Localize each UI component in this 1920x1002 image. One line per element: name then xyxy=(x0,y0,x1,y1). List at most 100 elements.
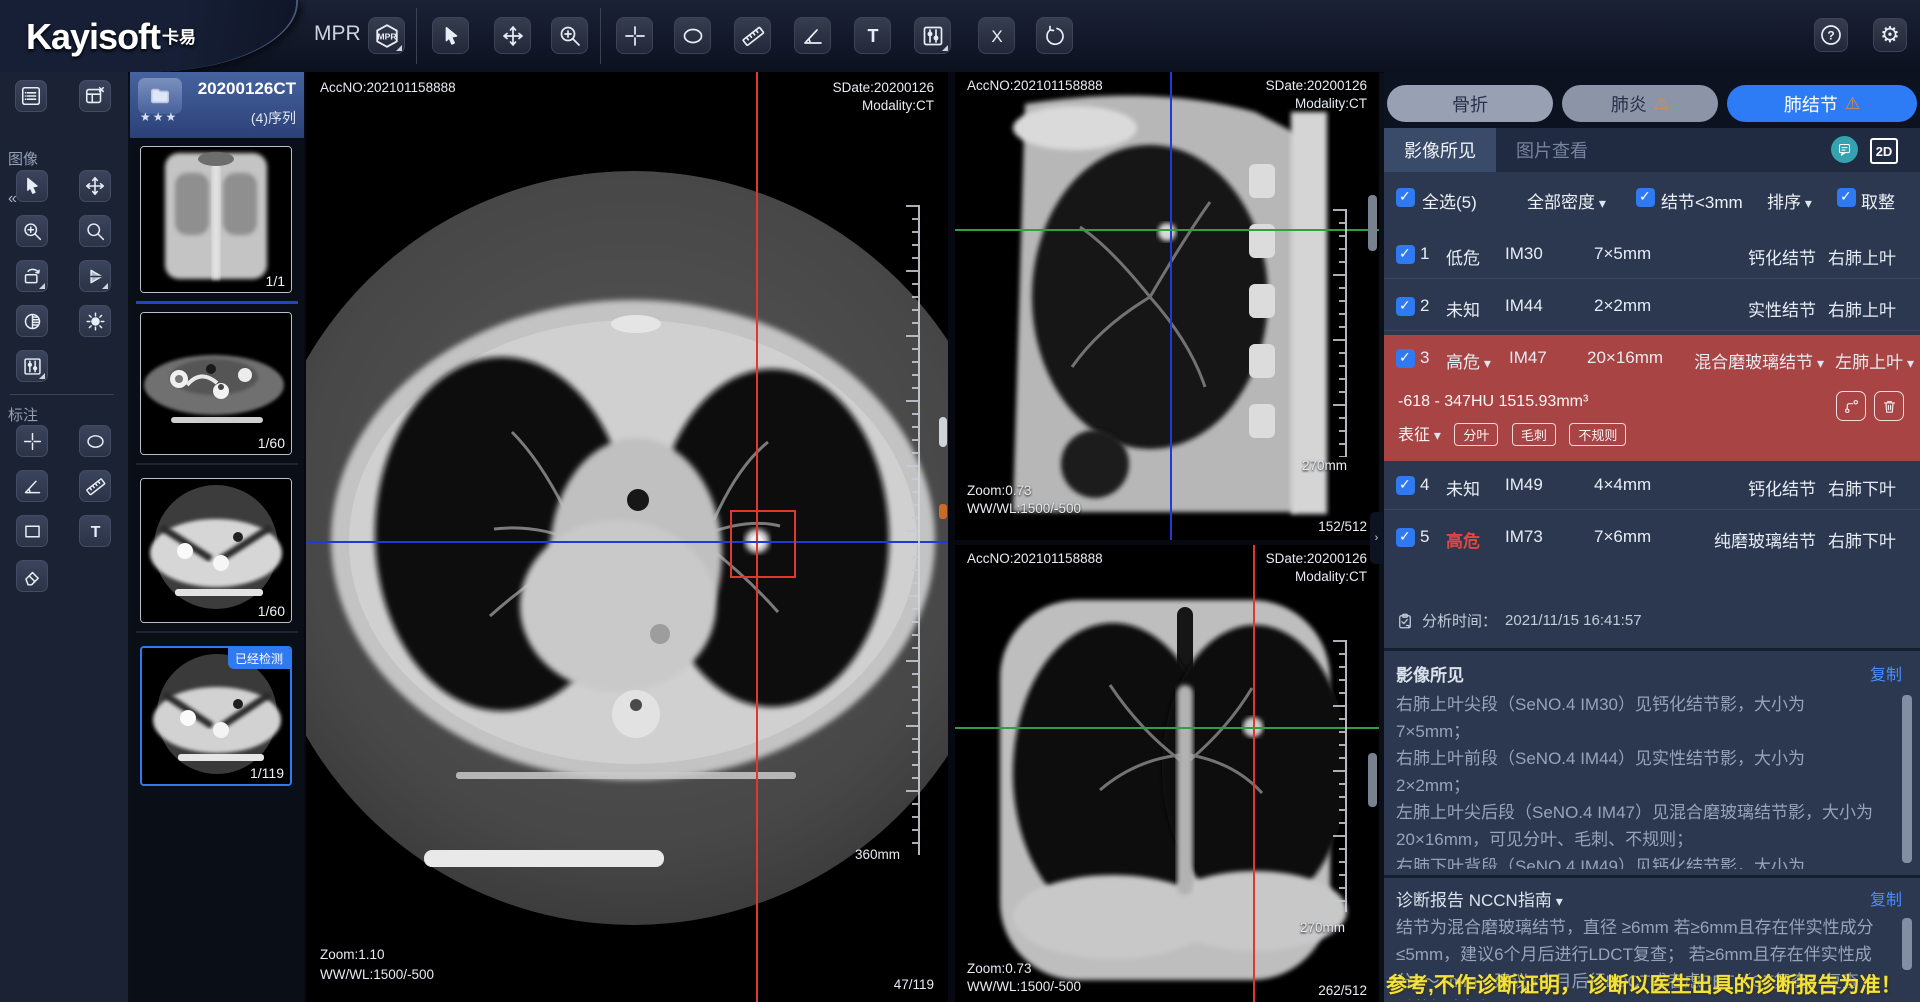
thumbnail-axial-bone[interactable]: 1/60 xyxy=(140,478,292,623)
crosshair-horizontal-green[interactable] xyxy=(955,229,1379,231)
rail-brightness-button[interactable] xyxy=(79,305,111,337)
row-checkbox[interactable] xyxy=(1396,297,1415,316)
2d-view-button[interactable]: 2D xyxy=(1870,138,1898,164)
nodule-roi-box[interactable] xyxy=(730,510,796,578)
nodule-row-2[interactable]: 2 未知 IM44 2×2mm 实性结节 右肺上叶 xyxy=(1384,283,1920,331)
crosshair-vertical-red[interactable] xyxy=(1253,545,1255,1002)
series-header[interactable]: 20200126CT ★★★ (4)序列 xyxy=(130,72,304,138)
crosshair-horizontal-blue[interactable] xyxy=(306,541,948,543)
clear-annotations-button[interactable]: X xyxy=(978,17,1015,54)
nodule-size: 4×4mm xyxy=(1594,475,1651,495)
clipboard-icon xyxy=(1396,612,1414,630)
crosshair-vertical-blue[interactable] xyxy=(1170,72,1172,540)
ruler-tool-button[interactable] xyxy=(734,17,771,54)
report-scrollbar[interactable] xyxy=(1902,918,1912,970)
nodule-type: 实性结节 xyxy=(1748,296,1816,321)
nodule-location-dropdown[interactable]: 左肺上叶 xyxy=(1835,348,1914,373)
rail-zoom-in-button[interactable] xyxy=(16,215,48,247)
clear-x-icon: X xyxy=(985,24,1009,48)
layout-x-icon xyxy=(84,85,106,107)
tab-fracture[interactable]: 骨折 xyxy=(1387,85,1553,122)
mpr-button[interactable]: MPR xyxy=(368,17,405,54)
coronal-scrollbar[interactable] xyxy=(1368,753,1377,807)
nodule-row-4[interactable]: 4 未知 IM49 4×4mm 钙化结节 右肺下叶 xyxy=(1384,462,1920,510)
report-chat-button[interactable] xyxy=(1831,136,1858,163)
rail-eraser-button[interactable] xyxy=(16,560,48,592)
rail-ruler-button[interactable] xyxy=(79,470,111,502)
nodule-image-no: IM30 xyxy=(1505,244,1543,264)
crosshair-tool-button[interactable] xyxy=(616,17,653,54)
row-checkbox[interactable] xyxy=(1396,349,1415,368)
nodule-index: 2 xyxy=(1420,296,1429,316)
text-tool-button[interactable]: T xyxy=(854,17,891,54)
svg-text:X: X xyxy=(991,27,1002,46)
folder-button[interactable] xyxy=(138,78,182,114)
window-level-icon xyxy=(921,24,945,48)
rail-pan-button[interactable] xyxy=(79,170,111,202)
tab-image-view[interactable]: 图片查看 xyxy=(1496,128,1608,172)
rail-crosshair-button[interactable] xyxy=(16,425,48,457)
locate-nodule-button[interactable] xyxy=(1836,391,1866,421)
nodule-row-3-selected[interactable]: 3 高危 IM47 20×16mm 混合磨玻璃结节 左肺上叶 -618 - 34… xyxy=(1384,335,1920,461)
crosshair-icon xyxy=(623,24,647,48)
tab-imaging-findings[interactable]: 影像所见 xyxy=(1384,128,1496,172)
nodule-location: 右肺下叶 xyxy=(1828,475,1896,500)
sort-dropdown[interactable]: 排序 xyxy=(1767,188,1812,213)
sagittal-scrollbar[interactable] xyxy=(1368,195,1377,251)
density-dropdown[interactable]: 全部密度 xyxy=(1527,188,1606,213)
rail-rectangle-button[interactable] xyxy=(16,515,48,547)
thumbnail-axial-detected[interactable]: 已经检测 1/119 xyxy=(140,646,292,786)
panel-collapse-handle[interactable]: › xyxy=(1370,512,1383,564)
nodule-type-dropdown[interactable]: 混合磨玻璃结节 xyxy=(1694,348,1824,373)
thumbnail-axial-soft[interactable]: 1/60 xyxy=(140,312,292,455)
feature-dropdown[interactable]: 表征 xyxy=(1398,427,1441,444)
angle-tool-button[interactable] xyxy=(794,17,831,54)
report-copy-link[interactable]: 复制 xyxy=(1870,886,1902,910)
report-section-title[interactable]: 诊断报告 NCCN指南 xyxy=(1396,886,1563,911)
nodule-row-1[interactable]: 1 低危 IM30 7×5mm 钙化结节 右肺上叶 xyxy=(1384,231,1920,279)
series-list-button[interactable] xyxy=(15,80,47,112)
rail-cine-play-button[interactable] xyxy=(79,260,111,292)
rail-invert-button[interactable] xyxy=(16,305,48,337)
nodule-row-5[interactable]: 5 高危 IM73 7×6mm 纯磨玻璃结节 右肺下叶 xyxy=(1384,514,1920,562)
select-all-checkbox[interactable] xyxy=(1396,188,1415,207)
rail-text-button[interactable]: T xyxy=(79,515,111,547)
svg-text:MPR: MPR xyxy=(377,31,397,41)
small-nodule-checkbox[interactable] xyxy=(1636,188,1655,207)
row-checkbox[interactable] xyxy=(1396,528,1415,547)
help-icon: ? xyxy=(1819,23,1843,47)
help-button[interactable]: ? xyxy=(1814,18,1848,52)
sagittal-viewport[interactable]: AccNO:202101158888 SDate:20200126 Modali… xyxy=(955,72,1379,540)
crosshair-horizontal-green[interactable] xyxy=(955,727,1379,729)
findings-scrollbar[interactable] xyxy=(1902,695,1912,863)
settings-button[interactable]: ⚙ xyxy=(1873,18,1907,52)
axial-nodule-position-marker[interactable] xyxy=(939,504,947,519)
axial-scroll-thumb[interactable] xyxy=(939,417,947,447)
thumbnail-scout[interactable]: 1/1 xyxy=(140,146,292,293)
ellipse-tool-button[interactable] xyxy=(674,17,711,54)
reset-rotate-button[interactable] xyxy=(1036,17,1073,54)
rail-magnify-button[interactable] xyxy=(79,215,111,247)
findings-copy-link[interactable]: 复制 xyxy=(1870,661,1902,685)
nodule-risk-dropdown[interactable]: 高危 xyxy=(1446,348,1491,373)
angle-icon xyxy=(801,24,825,48)
rail-window-level-button[interactable] xyxy=(16,350,48,382)
rail-rotate-button[interactable] xyxy=(16,260,48,292)
delete-nodule-button[interactable] xyxy=(1874,391,1904,421)
rail-angle-button[interactable] xyxy=(16,470,48,502)
row-checkbox[interactable] xyxy=(1396,476,1415,495)
zoom-in-tool-button[interactable] xyxy=(551,17,588,54)
series-count: (4)序列 xyxy=(251,108,296,128)
row-checkbox[interactable] xyxy=(1396,245,1415,264)
pan-tool-button[interactable] xyxy=(494,17,531,54)
axial-viewport[interactable]: AccNO:202101158888 SDate:20200126 Modali… xyxy=(306,72,948,1002)
round-checkbox[interactable] xyxy=(1837,188,1856,207)
rail-ellipse-button[interactable] xyxy=(79,425,111,457)
rail-pointer-button[interactable] xyxy=(16,170,48,202)
tab-pneumonia[interactable]: 肺炎 ⚠ xyxy=(1562,85,1718,122)
pointer-tool-button[interactable] xyxy=(432,17,469,54)
tab-lung-nodule[interactable]: 肺结节 ⚠ xyxy=(1727,85,1917,122)
layout-close-button[interactable] xyxy=(79,80,111,112)
window-level-tool-button[interactable] xyxy=(914,17,951,54)
coronal-viewport[interactable]: AccNO:202101158888 SDate:20200126 Modali… xyxy=(955,545,1379,1002)
